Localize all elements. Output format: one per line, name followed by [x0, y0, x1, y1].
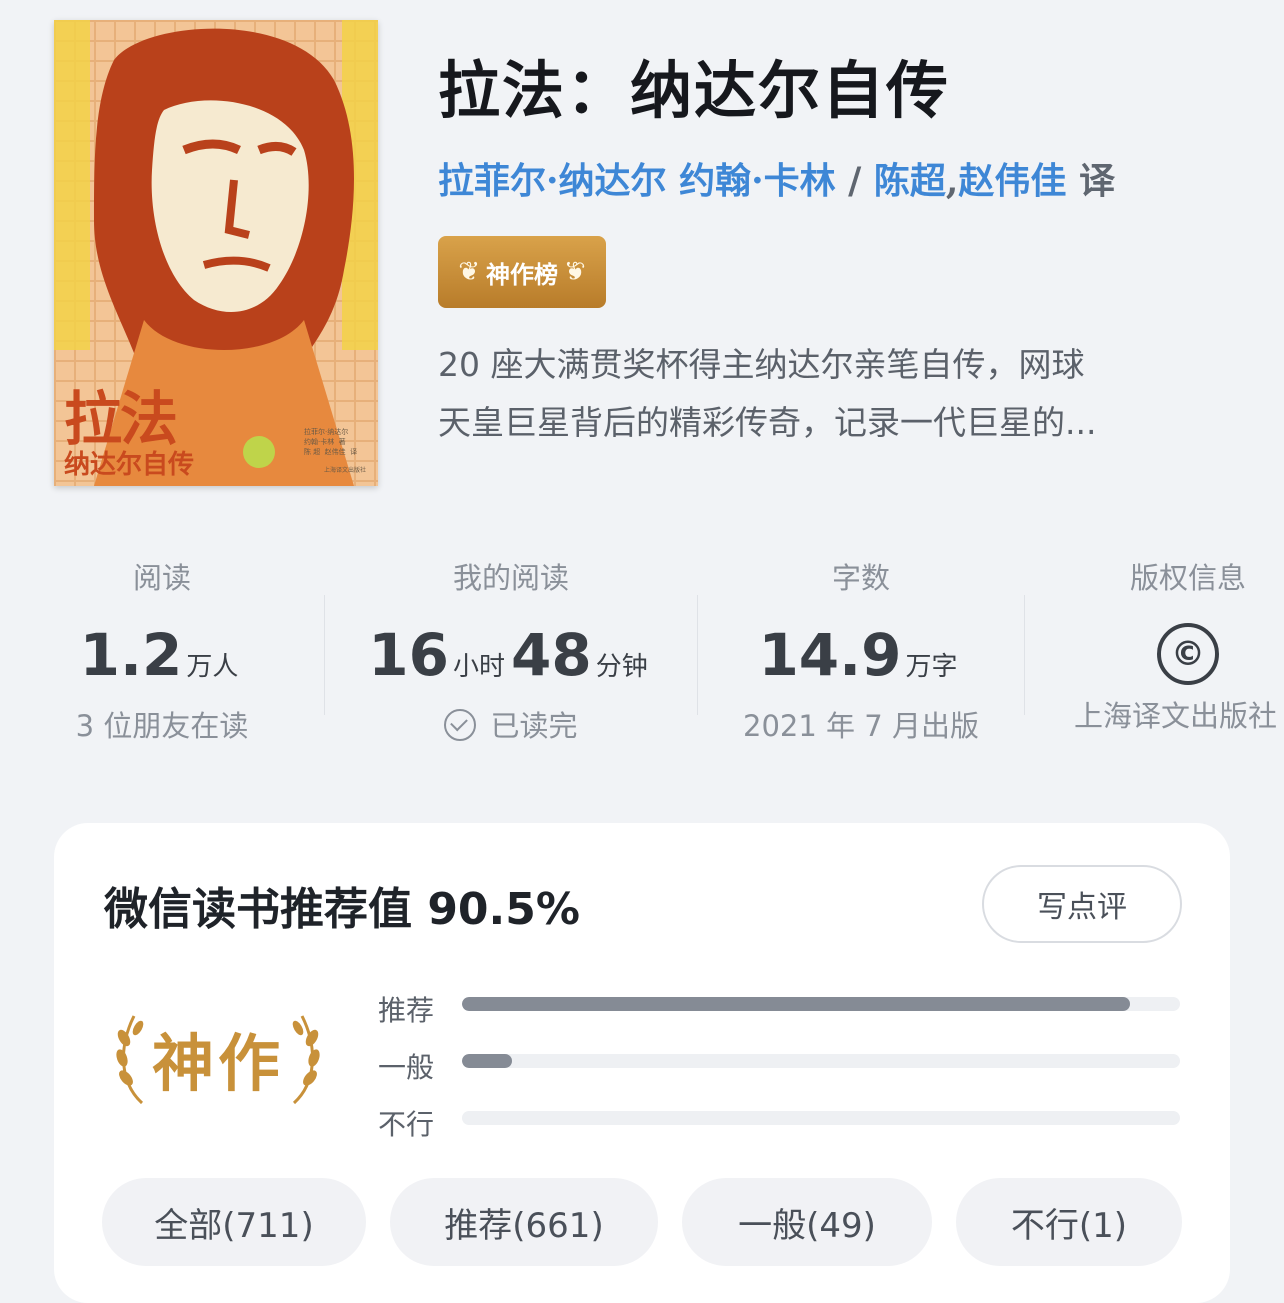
stat-label: 版权信息: [1129, 561, 1246, 595]
check-circle-icon: [444, 709, 477, 741]
cover-subtitle: 纳达尔自传: [64, 450, 195, 480]
stat-divider: [324, 595, 325, 715]
write-review-button[interactable]: 写点评: [982, 865, 1182, 943]
author-separator: /: [835, 160, 874, 202]
bar-fill: [462, 1054, 513, 1068]
bar-track: [462, 997, 1180, 1011]
book-description[interactable]: 20 座大满贯奖杯得主纳达尔亲笔自传，网球 天皇巨星背后的精彩传奇，记录一代巨星…: [438, 336, 1218, 452]
finished-status: 已读完: [350, 703, 672, 745]
stat-label: 字数: [831, 561, 890, 595]
laurel-right-icon: [292, 1015, 320, 1105]
minutes-unit: 分钟: [595, 652, 648, 682]
rank-emblem: 神作: [98, 1003, 338, 1113]
recommendation-score: 微信读书推荐值 90.5%: [104, 884, 580, 935]
rating-distribution: 推荐 一般 不行: [378, 985, 1180, 1156]
reader-count: 1.2: [79, 621, 183, 689]
author-link[interactable]: 拉菲尔·纳达尔 约翰·卡林: [438, 160, 836, 202]
bar-fill: [462, 997, 1130, 1011]
word-count: 14.9: [758, 621, 902, 689]
stat-value: 16 小时 48 分钟: [350, 621, 672, 689]
rating-bar-recommend: 推荐: [378, 985, 1180, 1042]
friends-reading: 3 位朋友在读: [75, 709, 249, 743]
bar-label: 推荐: [378, 994, 435, 1027]
stats-row: 阅读 1.2 万人 3 位朋友在读 我的阅读 16 小时 48 分钟 已读完 字数 14…: [0, 555, 1284, 765]
hours-value: 16: [368, 621, 449, 689]
stat-label: 我的阅读: [452, 561, 569, 595]
cover-credit: 拉菲尔·纳达尔 约翰·卡林 著 陈 超 赵伟佳 译: [304, 428, 358, 456]
filter-bad[interactable]: 不行(1): [956, 1178, 1182, 1266]
description-line: 20 座大满贯奖杯得主纳达尔亲笔自传，网球: [438, 345, 1085, 384]
stat-copyright[interactable]: 版权信息 © 上海译文出版社: [1068, 555, 1284, 735]
finished-label: 已读完: [490, 709, 578, 743]
translator-link-2[interactable]: 赵伟佳: [958, 160, 1066, 202]
rating-bar-bad: 不行: [378, 1099, 1180, 1156]
publisher-name: 上海译文出版社: [1074, 699, 1278, 733]
badge-label: 神作榜: [486, 260, 558, 289]
rating-card: 微信读书推荐值 90.5% 写点评 神作 推荐 一般 不行 全部(711) 推荐…: [54, 823, 1230, 1303]
stat-value: ©: [1068, 611, 1284, 685]
stat-value: 14.9 万字: [722, 621, 1000, 689]
masterpiece-list-badge[interactable]: ❦ 神作榜 ❦: [438, 236, 606, 308]
filter-average[interactable]: 一般(49): [682, 1178, 932, 1266]
stat-reading[interactable]: 阅读 1.2 万人 3 位朋友在读: [40, 555, 284, 745]
stat-my-reading[interactable]: 我的阅读 16 小时 48 分钟 已读完: [350, 555, 672, 745]
publish-date: 2021 年 7 月出版: [743, 709, 979, 743]
laurel-left-icon: ❦: [458, 257, 480, 287]
description-line: 天皇巨星背后的精彩传奇，记录一代巨星的...: [438, 403, 1097, 442]
bar-label: 不行: [378, 1108, 435, 1141]
word-unit: 万字: [905, 652, 958, 682]
cover-publisher: 上海译文出版社: [324, 467, 367, 474]
translator-link-1[interactable]: 陈超: [874, 160, 946, 202]
author-line: 拉菲尔·纳达尔 约翰·卡林 / 陈超,赵伟佳 译: [438, 152, 1115, 204]
stat-label: 阅读: [132, 561, 191, 595]
filter-recommend[interactable]: 推荐(661): [390, 1178, 658, 1266]
bar-track: [462, 1111, 1180, 1125]
minutes-value: 48: [511, 621, 592, 689]
rank-label: 神作: [151, 1027, 284, 1100]
stat-divider: [1024, 595, 1025, 715]
copyright-icon: ©: [1157, 623, 1219, 685]
bar-track: [462, 1054, 1180, 1068]
stat-divider: [697, 595, 698, 715]
filter-all[interactable]: 全部(711): [102, 1178, 366, 1266]
book-title: 拉法：纳达尔自传: [438, 54, 951, 127]
translator-suffix: 译: [1066, 160, 1115, 202]
stat-value: 1.2 万人: [40, 621, 284, 689]
rating-bar-average: 一般: [378, 1042, 1180, 1099]
bar-label: 一般: [378, 1051, 435, 1084]
translator-separator: ,: [945, 160, 959, 202]
hours-unit: 小时: [452, 652, 505, 682]
reader-unit: 万人: [186, 652, 239, 682]
cover-title: 拉法: [64, 385, 178, 453]
laurel-left-icon: [116, 1015, 144, 1105]
laurel-right-icon: ❦: [564, 257, 586, 287]
book-cover[interactable]: 拉法 纳达尔自传 拉菲尔·纳达尔 约翰·卡林 著 陈 超 赵伟佳 译 上海译文出…: [54, 20, 378, 486]
stat-word-count[interactable]: 字数 14.9 万字 2021 年 7 月出版: [722, 555, 1000, 745]
